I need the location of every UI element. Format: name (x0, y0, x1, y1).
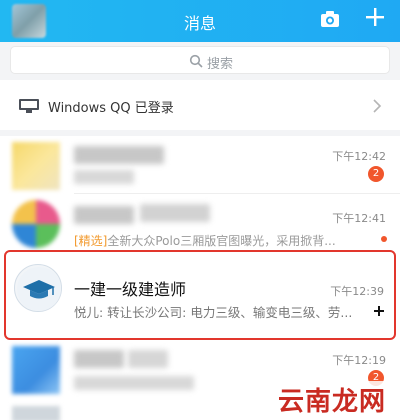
preview-text: 全新大众Polo三厢版官图曝光，采用掀背... (107, 234, 336, 248)
contact-avatar (12, 346, 60, 394)
contact-name-redacted (140, 204, 210, 222)
chevron-right-icon (373, 99, 382, 113)
message-time: 下午12:39 (330, 285, 384, 298)
watermark: 云南龙网 (273, 381, 390, 418)
unread-badge: 2 (368, 166, 384, 182)
search-bar: 搜索 (0, 42, 400, 80)
camera-icon[interactable] (319, 8, 341, 30)
contact-name-redacted (74, 146, 164, 164)
search-icon (189, 54, 203, 68)
search-input[interactable]: 搜索 (10, 46, 390, 74)
plus-icon[interactable] (364, 6, 386, 28)
contact-name-redacted (74, 350, 124, 368)
preview-tag: [精选] (74, 234, 108, 248)
monitor-icon (19, 99, 39, 113)
contact-name-redacted (74, 206, 134, 224)
education-avatar (14, 264, 62, 312)
contact-avatar (12, 142, 60, 190)
conversation-item[interactable]: 下午12:42 2 (0, 136, 400, 194)
search-placeholder: 搜索 (207, 57, 234, 72)
device-login-label: Windows QQ 已登录 (48, 101, 174, 116)
unread-dot (381, 236, 387, 242)
contact-name: 一建一级建造师 (74, 280, 187, 299)
row-divider (74, 193, 400, 194)
message-preview: 悦儿: 转让长沙公司: 电力三级、输变电三级、劳... (74, 305, 353, 320)
device-login-row[interactable]: Windows QQ 已登录 (0, 86, 400, 126)
message-preview-redacted (74, 170, 134, 184)
message-time: 下午12:41 (332, 212, 386, 225)
message-preview: [精选]全新大众Polo三厢版官图曝光，采用掀背... (74, 232, 370, 249)
contact-name-redacted (128, 350, 168, 368)
graduation-cap-icon (17, 267, 61, 311)
app-header: 消息 (0, 0, 400, 42)
contact-avatar (12, 406, 60, 420)
contact-avatar (12, 200, 60, 248)
message-time: 下午12:19 (332, 354, 386, 367)
message-preview-redacted (74, 376, 194, 390)
message-time: 下午12:42 (332, 150, 386, 163)
conversation-item[interactable]: 下午12:41 [精选]全新大众Polo三厢版官图曝光，采用掀背... (0, 196, 400, 250)
plus-icon (374, 306, 384, 316)
